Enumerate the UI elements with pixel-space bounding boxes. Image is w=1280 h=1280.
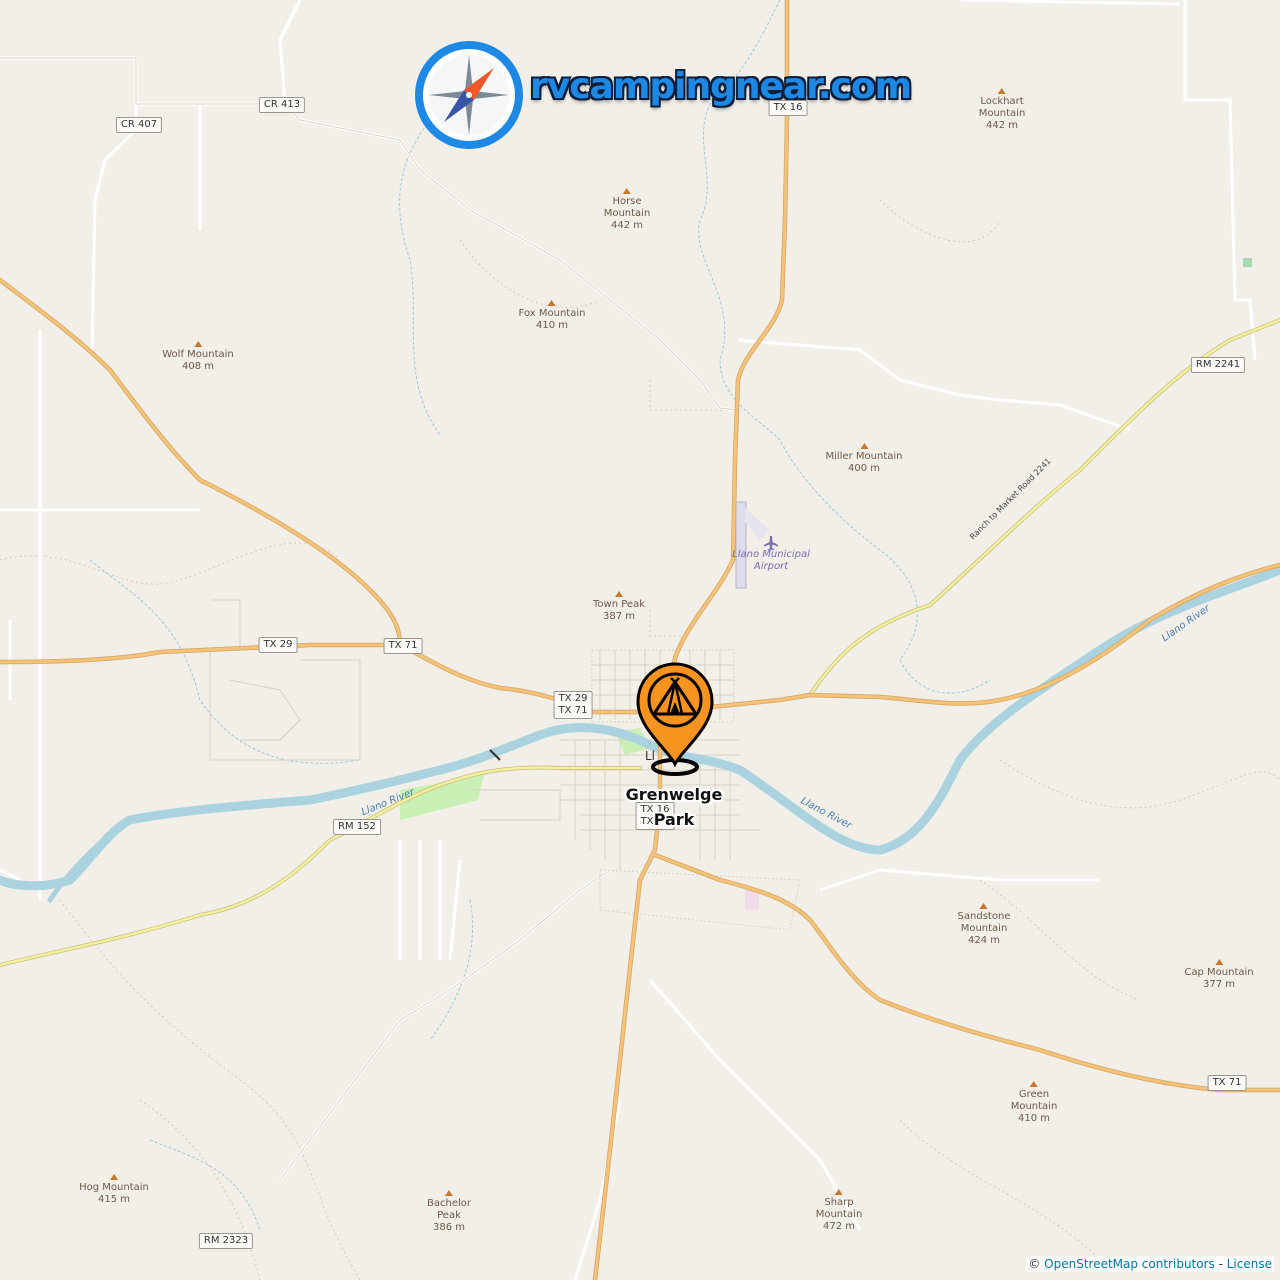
osm-contributors-link[interactable]: OpenStreetMap contributors bbox=[1044, 1257, 1215, 1271]
airport-runway bbox=[735, 501, 747, 589]
peak-horse-mountain: Horse Mountain 442 m bbox=[604, 188, 650, 232]
campsite-marker[interactable] bbox=[630, 660, 720, 780]
peak-icon bbox=[444, 1190, 453, 1196]
peak-icon bbox=[623, 188, 631, 194]
peak-miller-mountain: Miller Mountain 400 m bbox=[826, 443, 903, 475]
peak-icon bbox=[1214, 959, 1223, 965]
brand-logo[interactable]: rvcampingnear.com bbox=[414, 40, 912, 150]
peak-icon bbox=[615, 591, 623, 597]
map-attribution: © OpenStreetMap contributors - License bbox=[1026, 1256, 1274, 1272]
peak-lockhart-mountain: Lockhart Mountain 442 m bbox=[979, 88, 1025, 132]
airport-label: Llano Municipal Airport bbox=[732, 549, 810, 572]
campsite-name-label: Grenwelge Park bbox=[624, 782, 724, 832]
road-shield-tx29-tx71: TX 29 TX 71 bbox=[553, 691, 593, 719]
peak-sandstone-mountain: Sandstone Mountain 424 m bbox=[958, 903, 1010, 947]
shield-line-tx29: TX 29 bbox=[558, 693, 588, 704]
license-link[interactable]: License bbox=[1227, 1257, 1272, 1271]
peak-sharp-mountain: Sharp Mountain 472 m bbox=[816, 1189, 862, 1233]
road-shield-rm152: RM 152 bbox=[333, 819, 381, 835]
peak-icon bbox=[860, 443, 868, 449]
road-shield-rm2241: RM 2241 bbox=[1190, 357, 1246, 373]
peak-hog-mountain: Hog Mountain 415 m bbox=[79, 1174, 149, 1206]
peak-icon bbox=[109, 1174, 118, 1180]
peak-wolf-mountain: Wolf Mountain 408 m bbox=[162, 341, 234, 373]
road-shield-tx29: TX 29 bbox=[258, 637, 298, 653]
peak-icon bbox=[547, 300, 556, 306]
peak-icon bbox=[835, 1189, 843, 1195]
attribution-prefix: © bbox=[1028, 1257, 1045, 1271]
brand-site-name: rvcampingnear.com bbox=[530, 65, 912, 107]
map-view[interactable]: rvcampingnear.com CR 407 CR 413 TX 16 RM… bbox=[0, 0, 1280, 1280]
peak-icon bbox=[193, 341, 202, 347]
peak-green-mountain: Green Mountain 410 m bbox=[1011, 1081, 1057, 1125]
road-shield-cr413: CR 413 bbox=[258, 97, 306, 113]
road-shield-tx71-east: TX 71 bbox=[1207, 1075, 1247, 1091]
road-shield-rm2323: RM 2323 bbox=[198, 1233, 254, 1249]
peak-bachelor-peak: Bachelor Peak 386 m bbox=[427, 1190, 471, 1234]
road-shield-tx16-north: TX 16 bbox=[768, 100, 808, 116]
road-shield-cr407: CR 407 bbox=[115, 117, 163, 133]
campsite-name-text: Grenwelge Park bbox=[625, 785, 723, 829]
peak-fox-mountain: Fox Mountain 410 m bbox=[519, 300, 585, 332]
peak-cap-mountain: Cap Mountain 377 m bbox=[1184, 959, 1254, 991]
road-shield-tx71-west: TX 71 bbox=[383, 638, 423, 654]
peak-town-peak: Town Peak 387 m bbox=[593, 591, 645, 623]
shield-line-tx71: TX 71 bbox=[558, 705, 588, 716]
peak-icon bbox=[1030, 1081, 1038, 1087]
attribution-separator: - bbox=[1214, 1257, 1227, 1271]
peak-icon bbox=[998, 88, 1006, 94]
compass-icon bbox=[415, 41, 523, 149]
peak-icon bbox=[980, 903, 988, 909]
